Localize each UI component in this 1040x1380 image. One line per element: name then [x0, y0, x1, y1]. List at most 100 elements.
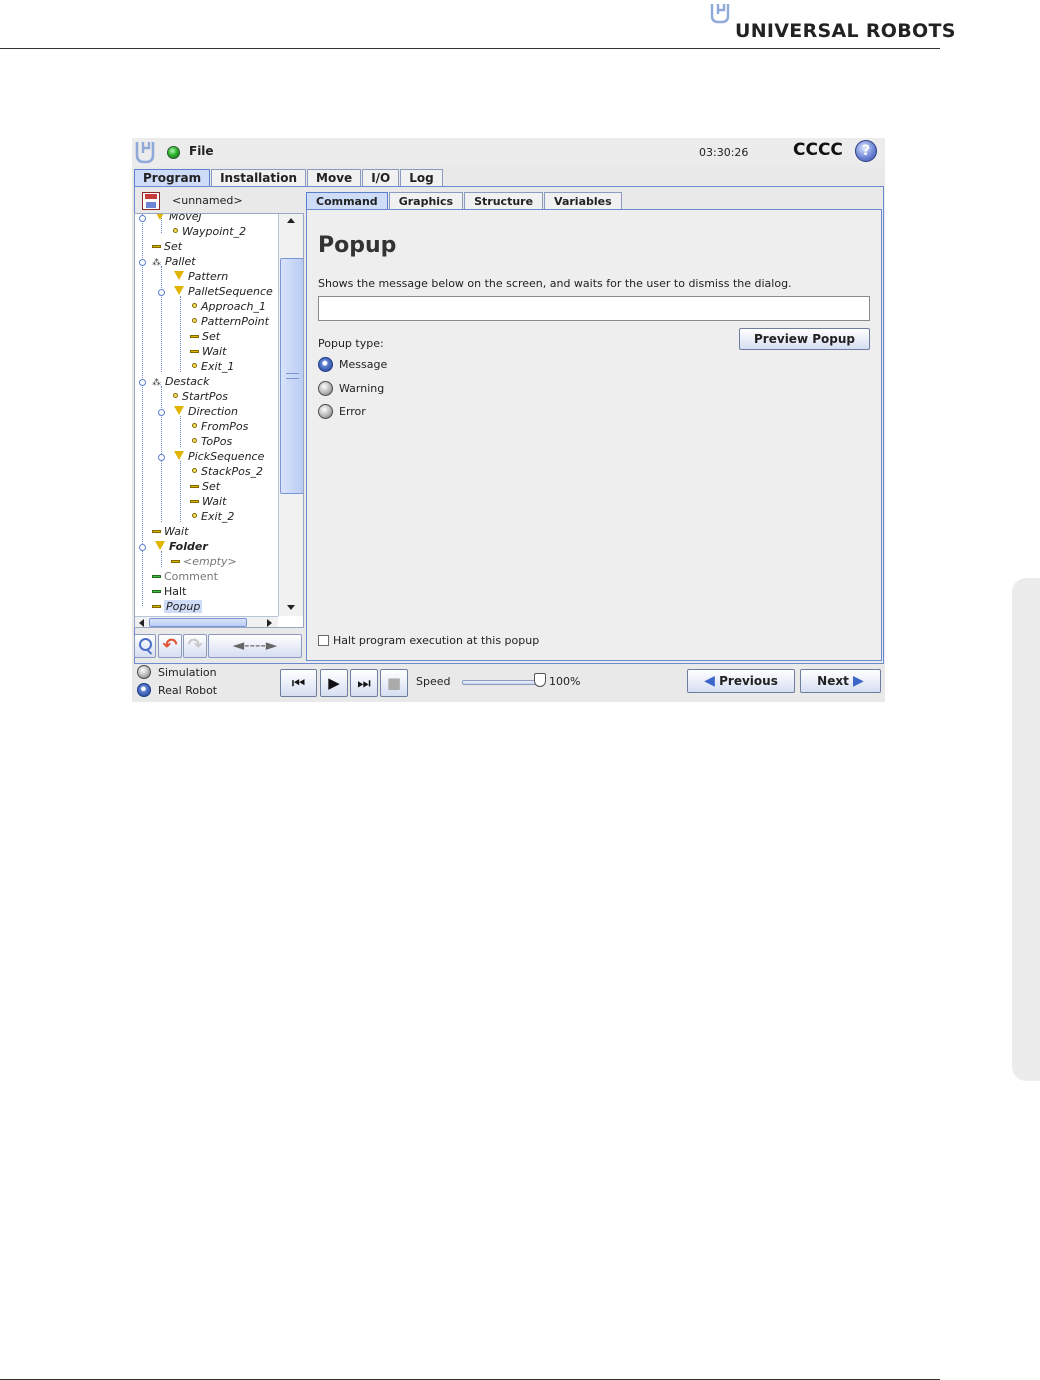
- move-node-button[interactable]: ◄----►: [208, 634, 302, 658]
- next-button[interactable]: Next ▶: [800, 669, 881, 693]
- command-bar-icon: [190, 335, 199, 338]
- program-tree[interactable]: MoveJ Waypoint_2 Set ⁂ Pallet Pattern Pal…: [134, 213, 304, 628]
- tree-node-exit-1[interactable]: Exit_1: [192, 359, 234, 374]
- brand-name: UNIVERSAL ROBOTS: [735, 20, 956, 42]
- tree-expander[interactable]: [158, 409, 165, 416]
- radio-checked-icon[interactable]: [318, 357, 333, 372]
- search-icon[interactable]: [134, 634, 156, 658]
- help-icon[interactable]: ?: [855, 140, 877, 162]
- mode-real-robot[interactable]: Real Robot: [137, 683, 217, 699]
- tab-installation[interactable]: Installation: [211, 169, 307, 187]
- tree-expander[interactable]: [158, 289, 165, 296]
- tab-program[interactable]: Program: [134, 169, 211, 187]
- tab-command[interactable]: Command: [306, 192, 388, 210]
- tree-expander[interactable]: [139, 379, 146, 386]
- tree-node-wait[interactable]: Wait: [190, 344, 226, 359]
- page-title: Popup: [318, 233, 397, 258]
- scroll-up-icon[interactable]: [287, 218, 295, 223]
- green-bar-icon: [152, 575, 161, 578]
- play-icon[interactable]: ▶: [320, 669, 348, 697]
- tab-graphics[interactable]: Graphics: [388, 192, 464, 210]
- tree-node-exit-2[interactable]: Exit_2: [192, 509, 234, 524]
- mode-simulation[interactable]: Simulation: [137, 665, 217, 681]
- tab-structure[interactable]: Structure: [464, 192, 544, 210]
- tree-node-pattern[interactable]: Pattern: [174, 269, 228, 284]
- tree-node-destack[interactable]: ⁂ Destack: [152, 374, 209, 389]
- real-robot-mode-icon[interactable]: [137, 683, 151, 697]
- stop-icon[interactable]: ■: [380, 669, 408, 697]
- simulation-mode-icon[interactable]: [137, 665, 151, 679]
- waypoint-icon: [192, 423, 197, 428]
- tree-node-waypoint-2[interactable]: Waypoint_2: [173, 224, 246, 239]
- tree-node-folder[interactable]: Folder: [155, 539, 208, 554]
- tree-node-empty[interactable]: <empty>: [171, 554, 237, 569]
- tree-node-patternpoint[interactable]: PatternPoint: [192, 314, 269, 329]
- tree-node-direction[interactable]: Direction: [174, 404, 238, 419]
- robot-name: CCCC: [793, 140, 843, 160]
- scroll-left-icon[interactable]: [139, 619, 144, 627]
- tree-node-set[interactable]: Set: [190, 329, 220, 344]
- folder-triangle-icon: [155, 214, 165, 220]
- radio-error[interactable]: Error: [318, 403, 366, 421]
- speed-slider[interactable]: [462, 680, 542, 685]
- tree-vertical-scrollbar[interactable]: [278, 214, 303, 616]
- side-chapter-tab: [1012, 578, 1040, 1081]
- tree-expander[interactable]: [139, 215, 146, 222]
- grip-icon: [286, 373, 299, 379]
- preview-popup-button[interactable]: Preview Popup: [739, 328, 870, 350]
- tree-node-startpos[interactable]: StartPos: [173, 389, 228, 404]
- tree-node-topos[interactable]: ToPos: [192, 434, 232, 449]
- radio-warning[interactable]: Warning: [318, 380, 384, 398]
- speed-slider-knob[interactable]: [534, 673, 546, 687]
- tree-node-pallet[interactable]: ⁂ Pallet: [152, 254, 196, 269]
- popup-message-input[interactable]: [318, 296, 870, 321]
- tree-node-halt[interactable]: Halt: [152, 584, 186, 599]
- tree-node-wait[interactable]: Wait: [152, 524, 188, 539]
- command-bar-icon: [171, 560, 180, 563]
- waypoint-icon: [192, 318, 197, 323]
- tree-node-picksequence[interactable]: PickSequence: [174, 449, 264, 464]
- previous-button[interactable]: ◀ Previous: [687, 669, 795, 693]
- tree-expander[interactable]: [158, 454, 165, 461]
- tree-node-set[interactable]: Set: [190, 479, 220, 494]
- tree-node-comment[interactable]: Comment: [152, 569, 218, 584]
- step-icon[interactable]: ⏭: [350, 669, 378, 697]
- tab-variables[interactable]: Variables: [544, 192, 622, 210]
- tree-connector: [180, 416, 181, 447]
- radio-unchecked-icon[interactable]: [318, 404, 333, 419]
- waypoint-icon: [192, 438, 197, 443]
- file-menu[interactable]: File: [189, 144, 214, 158]
- tab-log[interactable]: Log: [400, 169, 443, 187]
- halt-program-option[interactable]: Halt program execution at this popup: [318, 634, 539, 647]
- tree-horizontal-scrollbar[interactable]: [135, 616, 278, 627]
- tree-node-movej[interactable]: MoveJ: [155, 214, 202, 224]
- tree-horizontal-scroll-thumb[interactable]: [149, 618, 247, 627]
- command-bar-icon: [152, 530, 161, 533]
- scroll-right-icon[interactable]: [267, 619, 272, 627]
- waypoint-icon: [192, 513, 197, 518]
- tree-node-approach-1[interactable]: Approach_1: [192, 299, 266, 314]
- scroll-down-icon[interactable]: [287, 605, 295, 610]
- tree-node-stackpos-2[interactable]: StackPos_2: [192, 464, 263, 479]
- undo-icon[interactable]: ↶: [158, 634, 182, 658]
- tab-move[interactable]: Move: [307, 169, 362, 187]
- program-name: <unnamed>: [172, 194, 243, 207]
- tree-node-frompos[interactable]: FromPos: [192, 419, 248, 434]
- radio-unchecked-icon[interactable]: [318, 381, 333, 396]
- tree-expander[interactable]: [139, 544, 146, 551]
- command-bar-icon: [152, 245, 161, 248]
- tree-node-wait[interactable]: Wait: [190, 494, 226, 509]
- command-bar-icon: [190, 350, 199, 353]
- tab-io[interactable]: I/O: [362, 169, 400, 187]
- save-program-icon[interactable]: [142, 192, 160, 210]
- tree-node-popup[interactable]: Popup: [152, 599, 203, 614]
- tree-node-palletsequence[interactable]: PalletSequence: [174, 284, 273, 299]
- radio-message[interactable]: Message: [318, 356, 387, 374]
- rewind-icon[interactable]: ⏮: [280, 669, 317, 697]
- redo-icon[interactable]: ↷: [183, 634, 207, 658]
- halt-checkbox[interactable]: [318, 635, 329, 646]
- tree-expander[interactable]: [139, 259, 146, 266]
- tree-node-set[interactable]: Set: [152, 239, 182, 254]
- speed-value: 100%: [549, 675, 581, 688]
- tree-vertical-scroll-thumb[interactable]: [280, 258, 303, 494]
